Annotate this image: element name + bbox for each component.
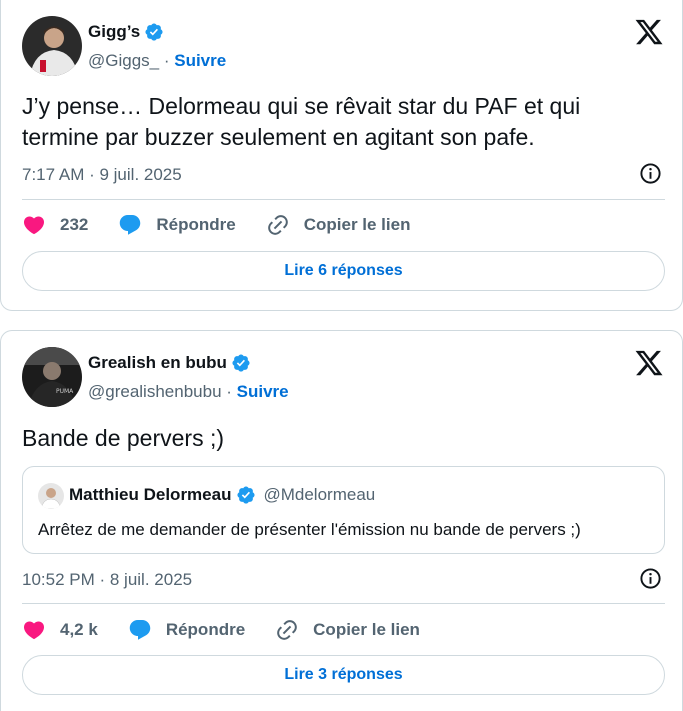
reply-bubble-icon	[120, 215, 141, 235]
author-name-row: Gigg’s	[88, 22, 164, 42]
reply-label: Répondre	[156, 215, 236, 234]
divider	[22, 199, 665, 200]
tweet-card-1: Gigg’s @Giggs_ · Suivre J’y pense… Delor…	[0, 0, 683, 311]
reply-button[interactable]: Répondre	[128, 618, 245, 642]
reply-bubble-icon	[129, 620, 151, 640]
copy-link-button[interactable]: Copier le lien	[275, 618, 420, 642]
tweet-text: J’y pense… Delormeau qui se rêvait star …	[22, 93, 581, 150]
action-bar: 4,2 k Répondre Copier le lien	[22, 618, 450, 642]
heart-icon	[23, 621, 45, 640]
read-replies-button[interactable]: Lire 3 réponses	[22, 655, 665, 695]
dot-separator: ·	[159, 51, 175, 70]
avatar[interactable]: PUMA	[22, 347, 82, 407]
heart-icon	[23, 216, 45, 235]
link-icon	[277, 620, 297, 640]
quote-author-handle: @Mdelormeau	[263, 485, 376, 504]
x-logo-icon[interactable]	[634, 348, 664, 378]
author-name[interactable]: Gigg’s	[88, 22, 140, 42]
quote-header: Matthieu Delormeau @Mdelormeau	[69, 485, 375, 505]
dot-separator: ·	[221, 382, 237, 401]
author-handle[interactable]: @Giggs_	[88, 51, 159, 71]
tweet-text: Bande de pervers ;)	[22, 425, 225, 451]
verified-badge-icon	[232, 354, 250, 372]
info-icon[interactable]	[639, 162, 662, 185]
copy-link-label: Copier le lien	[303, 215, 411, 234]
like-count: 4,2 k	[60, 620, 98, 639]
handle-row: @grealishenbubu · Suivre	[88, 382, 289, 402]
action-bar: 232 Répondre Copier le lien	[22, 213, 440, 237]
quote-text: Arrêtez de me demander de présenter l'ém…	[38, 520, 581, 539]
avatar[interactable]	[22, 16, 82, 76]
info-icon[interactable]	[639, 567, 662, 590]
reply-label: Répondre	[165, 620, 246, 639]
x-logo-icon[interactable]	[634, 17, 664, 47]
copy-link-label: Copier le lien	[313, 620, 420, 639]
read-replies-button[interactable]: Lire 6 réponses	[22, 251, 665, 291]
timestamp[interactable]: 7:17 AM · 9 juil. 2025	[22, 165, 182, 185]
divider	[22, 603, 665, 604]
quote-avatar	[38, 483, 64, 509]
follow-button[interactable]: Suivre	[237, 382, 289, 402]
follow-button[interactable]: Suivre	[174, 51, 226, 71]
author-name[interactable]: Grealish en bubu	[88, 353, 227, 373]
handle-row: @Giggs_ · Suivre	[88, 51, 226, 71]
tweet-card-2: PUMA Grealish en bubu @grealishenbubu · …	[0, 330, 683, 711]
timestamp[interactable]: 10:52 PM · 8 juil. 2025	[22, 570, 192, 590]
reply-button[interactable]: Répondre	[118, 213, 236, 237]
like-count: 232	[60, 215, 89, 234]
like-button[interactable]: 232	[22, 213, 88, 237]
svg-text:PUMA: PUMA	[56, 388, 74, 395]
verified-badge-icon	[145, 23, 163, 41]
verified-badge-icon	[237, 486, 256, 504]
link-icon	[267, 215, 288, 235]
copy-link-button[interactable]: Copier le lien	[266, 213, 411, 237]
quote-author-name: Matthieu Delormeau	[69, 485, 232, 504]
like-button[interactable]: 4,2 k	[22, 618, 98, 642]
author-name-row: Grealish en bubu	[88, 353, 251, 373]
author-handle[interactable]: @grealishenbubu	[88, 382, 222, 402]
quoted-tweet[interactable]: Matthieu Delormeau @Mdelormeau Arrêtez d…	[22, 466, 665, 554]
